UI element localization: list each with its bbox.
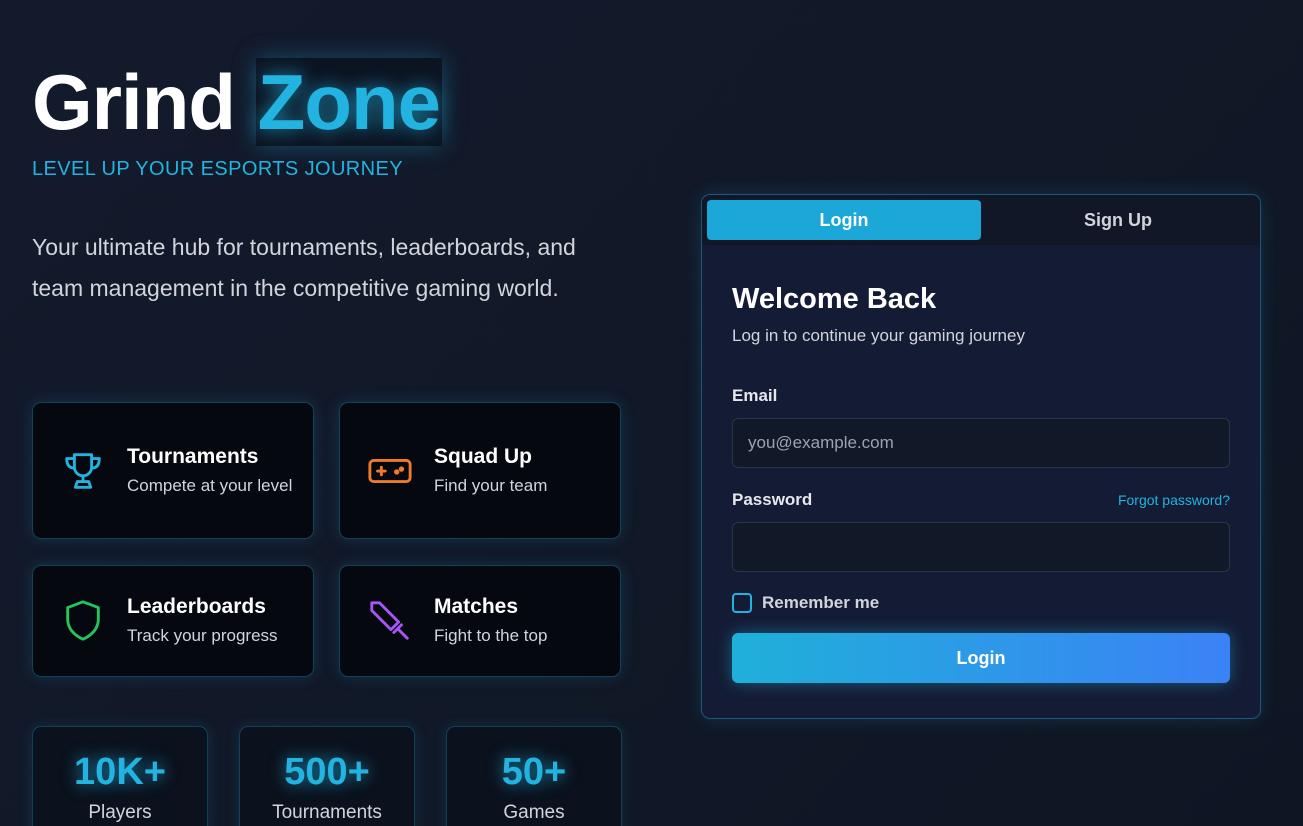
feature-title: Leaderboards: [127, 595, 266, 618]
remember-me-label: Remember me: [762, 593, 880, 612]
feature-subtitle: Find your team: [434, 475, 548, 495]
feature-card-tournaments: Tournaments Compete at your level: [32, 402, 314, 539]
feature-title: Squad Up: [434, 444, 532, 468]
tagline: LEVEL UP YOUR ESPORTS JOURNEY: [32, 158, 403, 180]
feature-subtitle: Compete at your level: [127, 475, 293, 495]
feature-card-squad-up: Squad Up Find your team: [339, 402, 621, 539]
login-button[interactable]: Login: [732, 633, 1230, 683]
form-subtitle: Log in to continue your gaming journey: [732, 326, 1025, 345]
email-label: Email: [732, 386, 778, 405]
email-field[interactable]: [732, 418, 1230, 468]
stat-card-players: 10K+ Players: [32, 726, 208, 826]
auth-tabs: Login Sign Up: [702, 195, 1260, 245]
feature-card-matches: Matches Fight to the top: [339, 565, 621, 677]
feature-title: Tournaments: [127, 444, 259, 468]
feature-card-leaderboards: Leaderboards Track your progress: [32, 565, 314, 677]
password-label-row: Password Forgot password?: [732, 490, 1230, 510]
feature-grid: Tournaments Compete at your level Squad …: [32, 402, 621, 677]
tab-sign-up[interactable]: Sign Up: [981, 200, 1255, 240]
gamepad-icon: [366, 447, 414, 495]
login-form: Welcome Back Log in to continue your gam…: [702, 245, 1260, 683]
stat-card-tournaments: 500+ Tournaments: [239, 726, 415, 826]
stat-card-games: 50+ Games: [446, 726, 622, 826]
stat-label: Players: [88, 802, 152, 823]
feature-subtitle: Fight to the top: [434, 626, 548, 645]
stat-value: 500+: [284, 751, 370, 793]
forgot-password-link[interactable]: Forgot password?: [1118, 492, 1230, 508]
trophy-icon: [59, 447, 107, 495]
brand-name-zone: Zone: [255, 58, 442, 146]
stats-row: 10K+ Players 500+ Tournaments 50+ Games: [32, 726, 622, 826]
intro-text: Your ultimate hub for tournaments, leade…: [32, 234, 576, 301]
password-label: Password: [732, 490, 813, 509]
feature-subtitle: Track your progress: [127, 626, 278, 645]
form-title: Welcome Back: [732, 283, 937, 315]
password-field[interactable]: [732, 522, 1230, 572]
brand-logo: Grind Zone: [32, 58, 632, 146]
stat-value: 50+: [501, 751, 567, 793]
feature-title: Matches: [434, 595, 519, 618]
remember-me-checkbox[interactable]: [732, 593, 752, 613]
shield-icon: [59, 597, 107, 645]
brand-name-grind: Grind: [32, 58, 236, 146]
hero-section: Grind Zone LEVEL UP YOUR ESPORTS JOURNEY…: [32, 58, 632, 309]
auth-card: Login Sign Up Welcome Back Log in to con…: [701, 194, 1261, 719]
sword-icon: [366, 597, 414, 645]
stat-label: Games: [503, 802, 565, 823]
remember-me-row: Remember me: [732, 593, 1230, 613]
stat-label: Tournaments: [272, 802, 382, 823]
stat-value: 10K+: [74, 751, 166, 793]
tab-login[interactable]: Login: [707, 200, 981, 240]
